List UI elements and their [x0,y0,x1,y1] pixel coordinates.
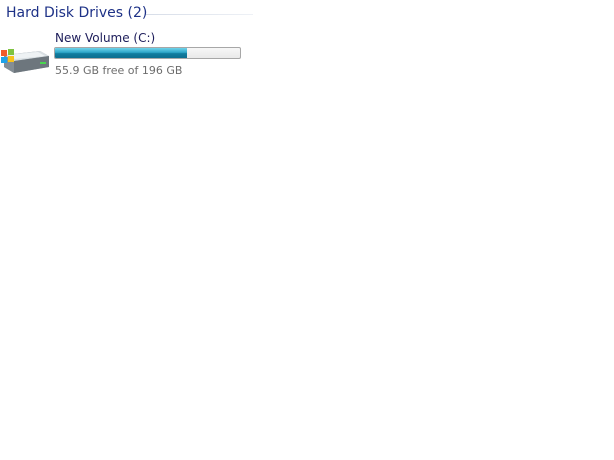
drive-name: New Volume (C:) [55,31,156,45]
group-divider [146,14,253,15]
drive-usage-bar [54,47,241,59]
drive-tile-c[interactable]: New Volume (C:) 55.9 GB free of 196 GB [0,28,252,82]
drive-free-space: 55.9 GB free of 196 GB [55,64,183,77]
group-title: Hard Disk Drives (2) [6,5,148,21]
hard-drive-windows-icon [0,42,52,78]
drive-usage-fill [55,48,188,58]
explorer-drives-pane: Hard Disk Drives (2) New Volume (C:) 55.… [0,0,614,460]
group-header-hard-disk-drives[interactable]: Hard Disk Drives (2) [0,0,254,28]
